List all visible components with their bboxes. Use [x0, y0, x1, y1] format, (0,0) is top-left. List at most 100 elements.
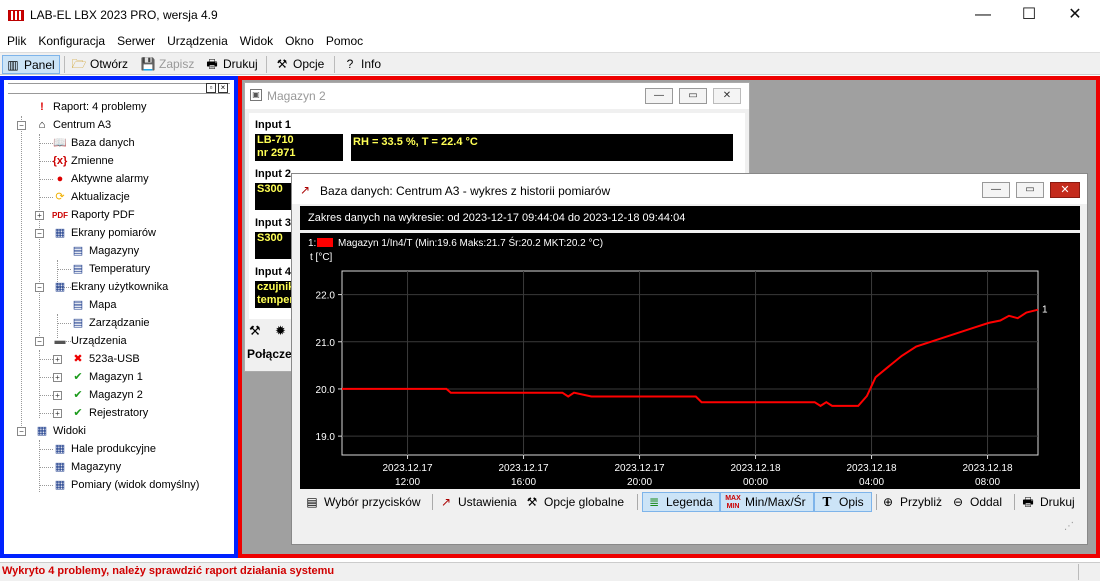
maximize-button[interactable]: ☐ — [1006, 0, 1052, 32]
x-tick-time: 00:00 — [743, 477, 768, 488]
magazyn2-close-button[interactable]: ✕ — [713, 88, 741, 104]
button-selection-button[interactable]: ▤ Wybór przycisków — [304, 492, 420, 512]
chart-close-button[interactable]: ✕ — [1050, 182, 1080, 198]
status-cell — [1078, 564, 1098, 580]
options-button[interactable]: ⚒ Opcje — [272, 55, 325, 74]
tree-item-variables[interactable]: {x} Zmienne — [52, 152, 114, 170]
variable-icon: {x} — [52, 155, 68, 167]
tree-item-centrum[interactable]: ⌂ Centrum A3 — [34, 116, 111, 134]
menu-konfiguracja[interactable]: Konfiguracja — [31, 32, 110, 50]
resize-grip-icon[interactable]: ⋰ — [1064, 521, 1074, 532]
save-button[interactable]: 💾 Zapisz — [138, 55, 195, 74]
magazyn2-minimize-button[interactable]: — — [645, 88, 673, 104]
menu-serwer[interactable]: Serwer — [110, 32, 160, 50]
panel-restore-icon[interactable]: ▫ — [206, 83, 216, 93]
tree-item-view-magazyny[interactable]: ▦ Magazyny — [52, 458, 121, 476]
settings-button[interactable]: ↗ Ustawienia — [438, 492, 517, 512]
tree-item-database[interactable]: 📖 Baza danych — [52, 134, 134, 152]
tree-item-views[interactable]: ▦ Widoki — [34, 422, 86, 440]
collapse-toggle[interactable]: − — [35, 283, 44, 292]
minimize-button[interactable]: — — [960, 0, 1006, 32]
menu-pomoc[interactable]: Pomoc — [319, 32, 368, 50]
minmax-icon: MAX MIN — [725, 494, 741, 510]
tree-item-alarms[interactable]: ● Aktywne alarmy — [52, 170, 149, 188]
menu-widok[interactable]: Widok — [233, 32, 278, 50]
menu-urzadzenia[interactable]: Urządzenia — [160, 32, 233, 50]
x-tick-date: 2023.12.18 — [731, 463, 781, 474]
gear-icon[interactable]: ✹ — [275, 323, 286, 339]
navigation-panel: ▫ × ! Raport: 4 problemy − ⌂ Centrum A3 📖 B… — [0, 76, 238, 558]
checkmark-icon: ✔ — [73, 371, 83, 383]
toolbar-separator — [637, 494, 638, 510]
close-button[interactable]: ✕ — [1052, 0, 1098, 32]
collapse-toggle[interactable]: − — [35, 229, 44, 238]
x-tick-date: 2023.12.17 — [383, 463, 433, 474]
tools-icon: ⚒ — [276, 57, 288, 71]
zoom-in-icon: ⊕ — [882, 495, 894, 509]
minmax-button[interactable]: MAX MIN Min/Max/Śr — [720, 492, 814, 512]
panel-close-icon[interactable]: × — [218, 83, 228, 93]
tree-item-dev-usb[interactable]: ✖ 523a-USB — [70, 350, 139, 368]
tree-item-zarzadzanie[interactable]: ▤ Zarządzanie — [70, 314, 150, 332]
checkmark-icon: ✔ — [73, 407, 83, 419]
global-options-button[interactable]: ⚒ Opcje globalne — [524, 492, 624, 512]
tree-item-measure-screens[interactable]: ▦ Ekrany pomiarów — [52, 224, 156, 242]
toolbar-separator — [1014, 494, 1015, 510]
chart-title-bar: ↗ Baza danych: Centrum A3 - wykres z his… — [292, 174, 1087, 204]
magazyn2-restore-button[interactable]: ▭ — [679, 88, 707, 104]
tree-item-pdf-reports[interactable]: PDF Raporty PDF — [52, 206, 135, 224]
magazyn2-title-bar: ▣ Magazyn 2 — ▭ ✕ — [245, 83, 749, 109]
tree-item-view-pomiary[interactable]: ▦ Pomiary (widok domyślny) — [52, 476, 200, 494]
tree-item-updates[interactable]: ⟳ Aktualizacje — [52, 188, 129, 206]
legend-icon: ≣ — [648, 495, 660, 509]
legend-swatch — [317, 238, 333, 247]
screen-icon: ▦ — [54, 281, 66, 293]
panel-button[interactable]: ▥ Panel — [2, 55, 60, 74]
open-button[interactable]: 🗁 Otwórz — [69, 55, 128, 74]
tree-item-report[interactable]: ! Raport: 4 problemy — [34, 98, 146, 116]
tree-item-dev-mag1[interactable]: ✔ Magazyn 1 — [70, 368, 142, 386]
collapse-toggle[interactable]: − — [17, 427, 26, 436]
pdf-icon: PDF — [52, 211, 68, 220]
menu-okno[interactable]: Okno — [278, 32, 319, 50]
view-icon: ▦ — [54, 443, 66, 455]
tree-item-magazyny[interactable]: ▤ Magazyny — [70, 242, 139, 260]
collapse-toggle[interactable]: − — [17, 121, 26, 130]
expand-toggle[interactable]: + — [53, 391, 62, 400]
tree-item-user-screens[interactable]: ▦ Ekrany użytkownika — [52, 278, 168, 296]
tree-item-dev-rej[interactable]: ✔ Rejestratory — [70, 404, 148, 422]
expand-toggle[interactable]: + — [53, 409, 62, 418]
chart-minimize-button[interactable]: — — [982, 182, 1010, 198]
collapse-toggle[interactable]: − — [35, 337, 44, 346]
view-icon: ▦ — [54, 461, 66, 473]
tree-item-view-hale[interactable]: ▦ Hale produkcyjne — [52, 440, 156, 458]
zoom-in-button[interactable]: ⊕ Przybliż — [880, 492, 942, 512]
tree-item-temperatury[interactable]: ▤ Temperatury — [70, 260, 150, 278]
device-tree: ! Raport: 4 problemy − ⌂ Centrum A3 📖 Baza … — [8, 94, 232, 554]
checkmark-icon: ✔ — [73, 389, 83, 401]
chart-restore-button[interactable]: ▭ — [1016, 182, 1044, 198]
legend-button[interactable]: ≣ Legenda — [642, 492, 720, 512]
tools-icon[interactable]: ⚒ — [249, 323, 261, 339]
temperature-chart[interactable]: 1: Magazyn 1/In4/T (Min:19.6 Maks:21.7 Śr… — [300, 233, 1080, 489]
info-button[interactable]: ? Info — [340, 55, 381, 74]
description-button[interactable]: T Opis — [814, 492, 872, 512]
expand-toggle[interactable]: + — [35, 211, 44, 220]
chart-area[interactable]: 1: Magazyn 1/In4/T (Min:19.6 Maks:21.7 Śr… — [300, 233, 1080, 489]
input3-label: Input 3 — [255, 217, 292, 229]
chart-toolbar: ▤ Wybór przycisków ↗ Ustawienia ⚒ Opcje glo… — [300, 491, 1080, 513]
legend-prefix: 1: — [308, 238, 316, 249]
zoom-out-button[interactable]: ⊖ Oddal — [950, 492, 1002, 512]
tree-item-dev-mag2[interactable]: ✔ Magazyn 2 — [70, 386, 142, 404]
print-button[interactable]: 🖶 Drukuj — [202, 55, 257, 74]
chart-print-button[interactable]: 🖶 Drukuj — [1020, 492, 1074, 512]
tree-item-mapa[interactable]: ▤ Mapa — [70, 296, 117, 314]
expand-toggle[interactable]: + — [53, 355, 62, 364]
toolbar-separator — [876, 494, 877, 510]
zoom-out-icon: ⊖ — [952, 495, 964, 509]
expand-toggle[interactable]: + — [53, 373, 62, 382]
menu-plik[interactable]: Plik — [0, 32, 31, 50]
screen-icon: ▦ — [54, 227, 66, 239]
series-line — [342, 308, 1039, 408]
tree-item-devices[interactable]: ▬ Urządzenia — [52, 332, 127, 350]
